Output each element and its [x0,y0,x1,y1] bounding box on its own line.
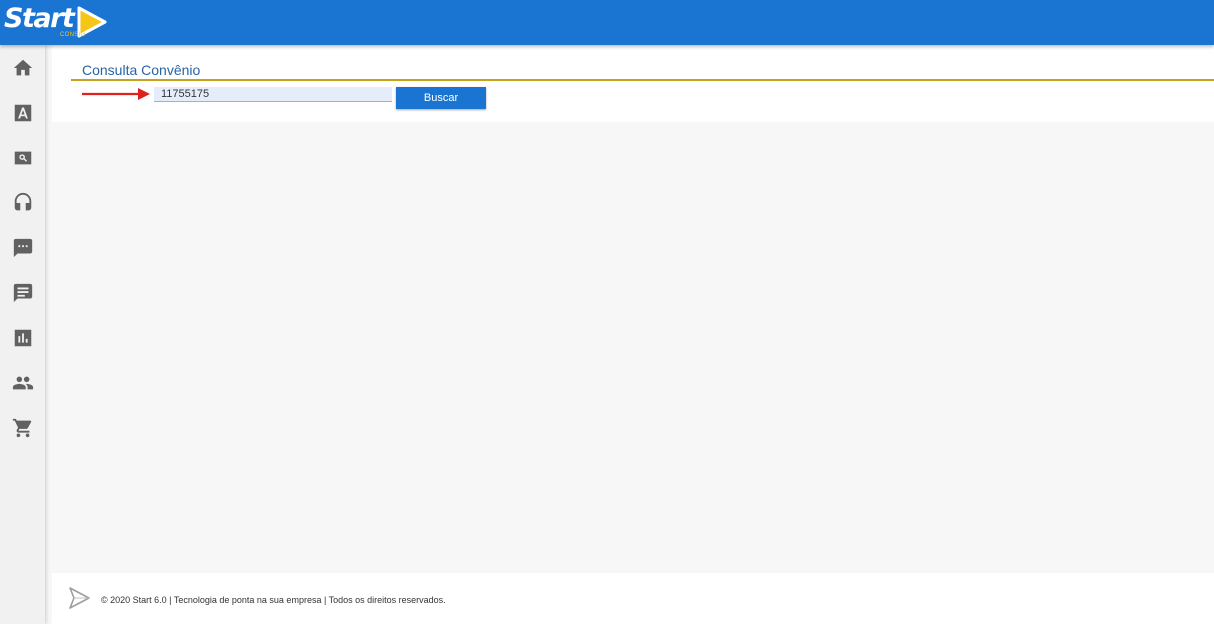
sidebar-item-users[interactable] [0,366,45,400]
brand-tagline: CONSIG [60,32,86,38]
sidebar-item-messages[interactable] [0,276,45,310]
red-arrow-indicator [82,88,150,100]
sidebar-item-support[interactable] [0,186,45,220]
sidebar-item-home[interactable] [0,51,45,85]
sidebar-item-search[interactable] [0,141,45,175]
search-button[interactable]: Buscar [396,87,486,109]
brand-name: Start [4,3,75,34]
headset-icon [14,192,31,211]
sidebar [0,45,45,624]
font-icon [14,104,31,122]
sidebar-item-chat[interactable] [0,231,45,265]
cart-icon [12,418,31,438]
footer: © 2020 Start 6.0 | Tecnologia de ponta n… [52,573,1214,624]
convenio-search-input[interactable] [154,87,392,102]
brand-logo[interactable]: Start CONSIG [4,2,108,42]
sidebar-item-font[interactable] [0,96,45,130]
home-icon [13,59,32,76]
top-bar: Start CONSIG [0,0,1214,45]
page-title: Consulta Convênio [82,62,201,78]
search-icon [14,151,31,165]
sidebar-item-cart[interactable] [0,411,45,445]
chat-icon [13,238,32,258]
message-icon [13,283,32,303]
sidebar-item-reports[interactable] [0,321,45,355]
title-divider [71,79,1214,81]
footer-copyright: © 2020 Start 6.0 | Tecnologia de ponta n… [101,595,446,605]
people-icon [12,376,33,390]
content-panel [52,45,1214,122]
footer-logo-icon [69,587,90,609]
chart-icon [14,329,31,347]
